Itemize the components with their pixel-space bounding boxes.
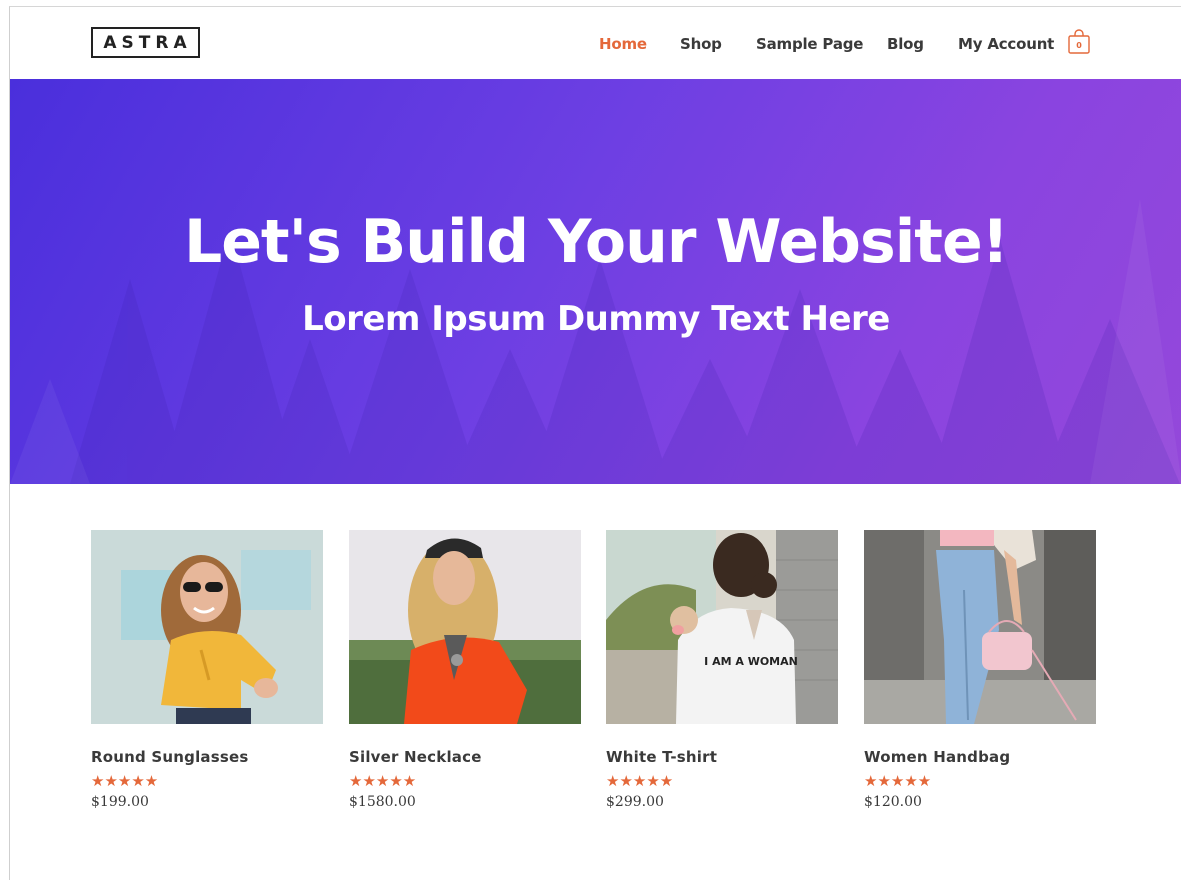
product-name[interactable]: White T-shirt (606, 748, 838, 768)
product-card[interactable]: Women Handbag ★★★★★ $120.00 (864, 530, 1096, 810)
product-card[interactable]: Round Sunglasses ★★★★★ $199.00 (91, 530, 323, 810)
site-logo[interactable]: ASTRA (91, 27, 200, 58)
product-card[interactable]: Silver Necklace ★★★★★ $1580.00 (349, 530, 581, 810)
cart-count: 0 (1076, 41, 1082, 50)
product-price: $120.00 (864, 794, 922, 810)
product-price: $199.00 (91, 794, 149, 810)
forest-background-image (10, 199, 1181, 484)
product-image-handbag[interactable] (864, 530, 1096, 724)
product-price: $299.00 (606, 794, 664, 810)
star-rating: ★★★★★ (606, 773, 674, 790)
hero-subtitle: Lorem Ipsum Dummy Text Here (302, 299, 890, 339)
cart-button[interactable]: 0 (1068, 29, 1090, 54)
browser-frame: ASTRA Home Shop Sample Page Blog My Acco… (9, 6, 1181, 880)
nav-blog[interactable]: Blog (887, 35, 924, 53)
hero-title: Let's Build Your Website! (183, 207, 1009, 277)
product-name[interactable]: Silver Necklace (349, 748, 581, 768)
product-name[interactable]: Round Sunglasses (91, 748, 323, 768)
tshirt-print: I AM A WOMAN (704, 655, 798, 668)
shopping-bag-icon: 0 (1068, 29, 1090, 54)
star-rating: ★★★★★ (91, 773, 159, 790)
product-card[interactable]: I AM A WOMAN White T-shirt ★★★★★ $299.00 (606, 530, 838, 810)
site-header: ASTRA Home Shop Sample Page Blog My Acco… (10, 7, 1181, 79)
star-rating: ★★★★★ (349, 773, 417, 790)
nav-my-account[interactable]: My Account (958, 35, 1054, 53)
product-image-tshirt[interactable]: I AM A WOMAN (606, 530, 838, 724)
product-price: $1580.00 (349, 794, 416, 810)
product-name[interactable]: Women Handbag (864, 748, 1096, 768)
product-image-necklace[interactable] (349, 530, 581, 724)
nav-sample-page[interactable]: Sample Page (756, 35, 863, 53)
nav-home[interactable]: Home (599, 35, 647, 53)
hero-banner: Let's Build Your Website! Lorem Ipsum Du… (10, 79, 1181, 484)
nav-shop[interactable]: Shop (680, 35, 722, 53)
product-image-sunglasses[interactable] (91, 530, 323, 724)
star-rating: ★★★★★ (864, 773, 932, 790)
